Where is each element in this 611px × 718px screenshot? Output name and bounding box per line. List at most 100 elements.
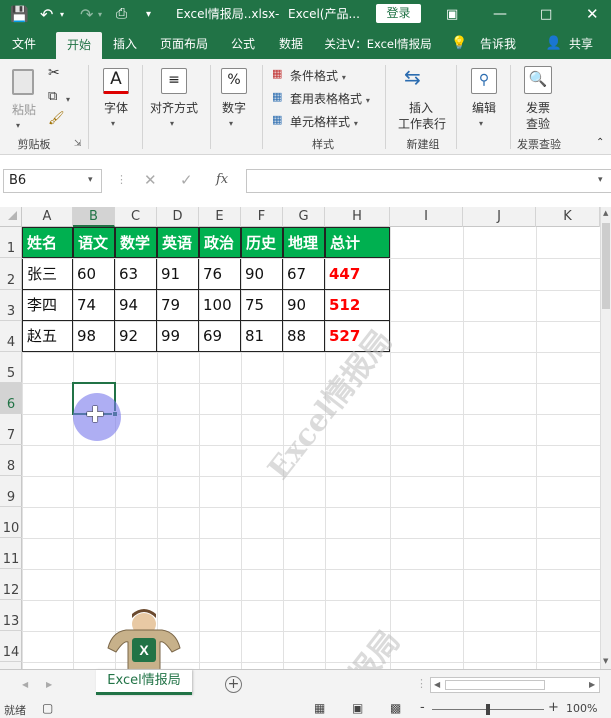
undo-dropdown-icon[interactable]: ▾ xyxy=(60,0,64,29)
alignment-icon[interactable]: ≡ xyxy=(161,68,187,94)
row-header-4[interactable]: 4 xyxy=(0,321,22,352)
column-header-e[interactable]: E xyxy=(199,207,241,227)
table-cell[interactable]: 99 xyxy=(157,321,199,352)
select-all-corner[interactable] xyxy=(0,207,22,227)
customize-qat-icon[interactable]: ▾ xyxy=(146,0,151,29)
paste-dropdown-icon[interactable]: ▾ xyxy=(16,117,20,131)
row-header-6[interactable]: 6 xyxy=(0,383,22,414)
scroll-up-icon[interactable]: ▲ xyxy=(603,209,608,217)
table-format-button[interactable]: 套用表格格式 ▾ xyxy=(290,90,370,107)
zoom-out-button[interactable]: - xyxy=(420,700,425,715)
edit-dropdown-icon[interactable]: ▾ xyxy=(479,115,483,129)
edit-search-icon[interactable]: ⚲ xyxy=(471,68,497,94)
font-dropdown-icon[interactable]: ▾ xyxy=(111,115,115,129)
tab-formulas[interactable]: 公式 xyxy=(222,29,264,59)
format-painter-icon[interactable]: 🖌 xyxy=(48,111,65,126)
print-preview-icon[interactable]: ⎙ xyxy=(116,0,127,29)
add-sheet-button[interactable]: + xyxy=(225,676,242,693)
collapse-ribbon-icon[interactable]: ⌃ xyxy=(596,137,604,148)
sheet-tab-active[interactable]: Excel情报局 xyxy=(96,670,192,695)
vertical-scrollbar[interactable]: ▲ ▼ xyxy=(600,207,611,669)
column-header-f[interactable]: F xyxy=(241,207,283,227)
number-button[interactable]: 数字 xyxy=(218,99,250,116)
clipboard-launcher-icon[interactable]: ⇲ xyxy=(74,139,82,149)
normal-view-icon[interactable]: ▦ xyxy=(314,701,325,715)
undo-icon[interactable]: ↶ xyxy=(40,0,53,29)
tab-file[interactable]: 文件 xyxy=(4,29,44,59)
zoom-level[interactable]: 100% xyxy=(566,702,597,715)
maximize-icon[interactable]: □ xyxy=(540,0,552,29)
insert-function-icon[interactable]: fx xyxy=(216,172,228,187)
confirm-entry-icon[interactable]: ✓ xyxy=(180,171,193,189)
tab-home[interactable]: 开始 xyxy=(56,32,102,59)
login-button[interactable]: 登录 xyxy=(376,4,421,23)
scroll-down-icon[interactable]: ▼ xyxy=(603,657,608,665)
table-header-cell[interactable]: 总计 xyxy=(325,227,390,258)
row-header-8[interactable]: 8 xyxy=(0,445,22,476)
invoice-button-line2[interactable]: 查验 xyxy=(522,115,554,132)
cancel-entry-icon[interactable]: ✕ xyxy=(144,171,157,189)
table-header-cell[interactable]: 政治 xyxy=(199,227,241,258)
row-header-14[interactable]: 14 xyxy=(0,631,22,662)
total-cell[interactable]: 512 xyxy=(325,290,390,321)
prev-sheet-icon[interactable]: ◀ xyxy=(22,680,28,689)
redo-icon[interactable]: ↷ xyxy=(80,0,93,29)
insert-row-button-line1[interactable]: 插入 xyxy=(398,99,444,116)
alignment-dropdown-icon[interactable]: ▾ xyxy=(170,115,174,129)
table-cell[interactable]: 94 xyxy=(115,290,157,321)
font-button[interactable]: 字体 xyxy=(100,99,132,116)
ribbon-display-options-icon[interactable]: ▣ xyxy=(446,0,458,29)
table-cell[interactable]: 74 xyxy=(73,290,115,321)
paste-button[interactable]: 粘贴 xyxy=(8,101,40,118)
scroll-left-icon[interactable]: ◀ xyxy=(434,680,440,689)
save-icon[interactable]: 💾 xyxy=(10,0,29,29)
number-format-icon[interactable]: % xyxy=(221,68,247,94)
table-cell[interactable]: 63 xyxy=(115,259,157,290)
table-header-cell[interactable]: 数学 xyxy=(115,227,157,258)
name-box-dropdown-icon[interactable]: ▾ xyxy=(88,175,93,185)
column-header-h[interactable]: H xyxy=(325,207,390,227)
zoom-slider-thumb[interactable] xyxy=(486,704,490,715)
column-header-d[interactable]: D xyxy=(157,207,199,227)
vertical-scroll-thumb[interactable] xyxy=(602,223,610,309)
edit-button[interactable]: 编辑 xyxy=(468,99,500,116)
invoice-check-icon[interactable]: 🔍 xyxy=(524,66,552,94)
copy-icon[interactable]: ⧉ xyxy=(48,89,57,104)
next-sheet-icon[interactable]: ▶ xyxy=(46,680,52,689)
row-header-13[interactable]: 13 xyxy=(0,600,22,631)
table-cell[interactable]: 98 xyxy=(73,321,115,352)
copy-dropdown-icon[interactable]: ▾ xyxy=(66,91,70,105)
table-cell[interactable]: 75 xyxy=(241,290,283,321)
table-cell[interactable]: 100 xyxy=(199,290,241,321)
tab-follow[interactable]: 关注V：Excel情报局 xyxy=(318,29,438,59)
table-header-cell[interactable]: 姓名 xyxy=(22,227,73,258)
number-dropdown-icon[interactable]: ▾ xyxy=(229,115,233,129)
row-header-10[interactable]: 10 xyxy=(0,507,22,538)
table-cell[interactable]: 赵五 xyxy=(22,321,73,352)
table-cell[interactable]: 67 xyxy=(283,259,325,290)
table-cell[interactable]: 90 xyxy=(283,290,325,321)
insert-row-button-line2[interactable]: 工作表行 xyxy=(396,115,448,132)
page-break-view-icon[interactable]: ▩ xyxy=(390,701,401,715)
macro-record-icon[interactable]: ▢ xyxy=(42,701,53,715)
tab-data[interactable]: 数据 xyxy=(270,29,312,59)
cut-icon[interactable]: ✂ xyxy=(48,65,60,81)
conditional-format-button[interactable]: 条件格式 ▾ xyxy=(290,67,346,84)
invoice-button-line1[interactable]: 发票 xyxy=(522,99,554,116)
table-cell[interactable]: 92 xyxy=(115,321,157,352)
row-header-9[interactable]: 9 xyxy=(0,476,22,507)
font-icon[interactable]: A xyxy=(103,68,129,94)
row-header-1[interactable]: 1 xyxy=(0,227,22,258)
table-cell[interactable]: 张三 xyxy=(22,259,73,290)
redo-dropdown-icon[interactable]: ▾ xyxy=(98,0,102,29)
cell-style-button[interactable]: 单元格样式 ▾ xyxy=(290,113,358,130)
close-icon[interactable]: ✕ xyxy=(586,0,599,29)
table-header-cell[interactable]: 英语 xyxy=(157,227,199,258)
column-header-g[interactable]: G xyxy=(283,207,325,227)
horizontal-scrollbar[interactable]: ◀ ▶ xyxy=(430,677,600,693)
formula-input[interactable] xyxy=(246,169,611,193)
row-header-5[interactable]: 5 xyxy=(0,352,22,383)
table-cell[interactable]: 81 xyxy=(241,321,283,352)
table-cell[interactable]: 91 xyxy=(157,259,199,290)
column-header-a[interactable]: A xyxy=(22,207,73,227)
